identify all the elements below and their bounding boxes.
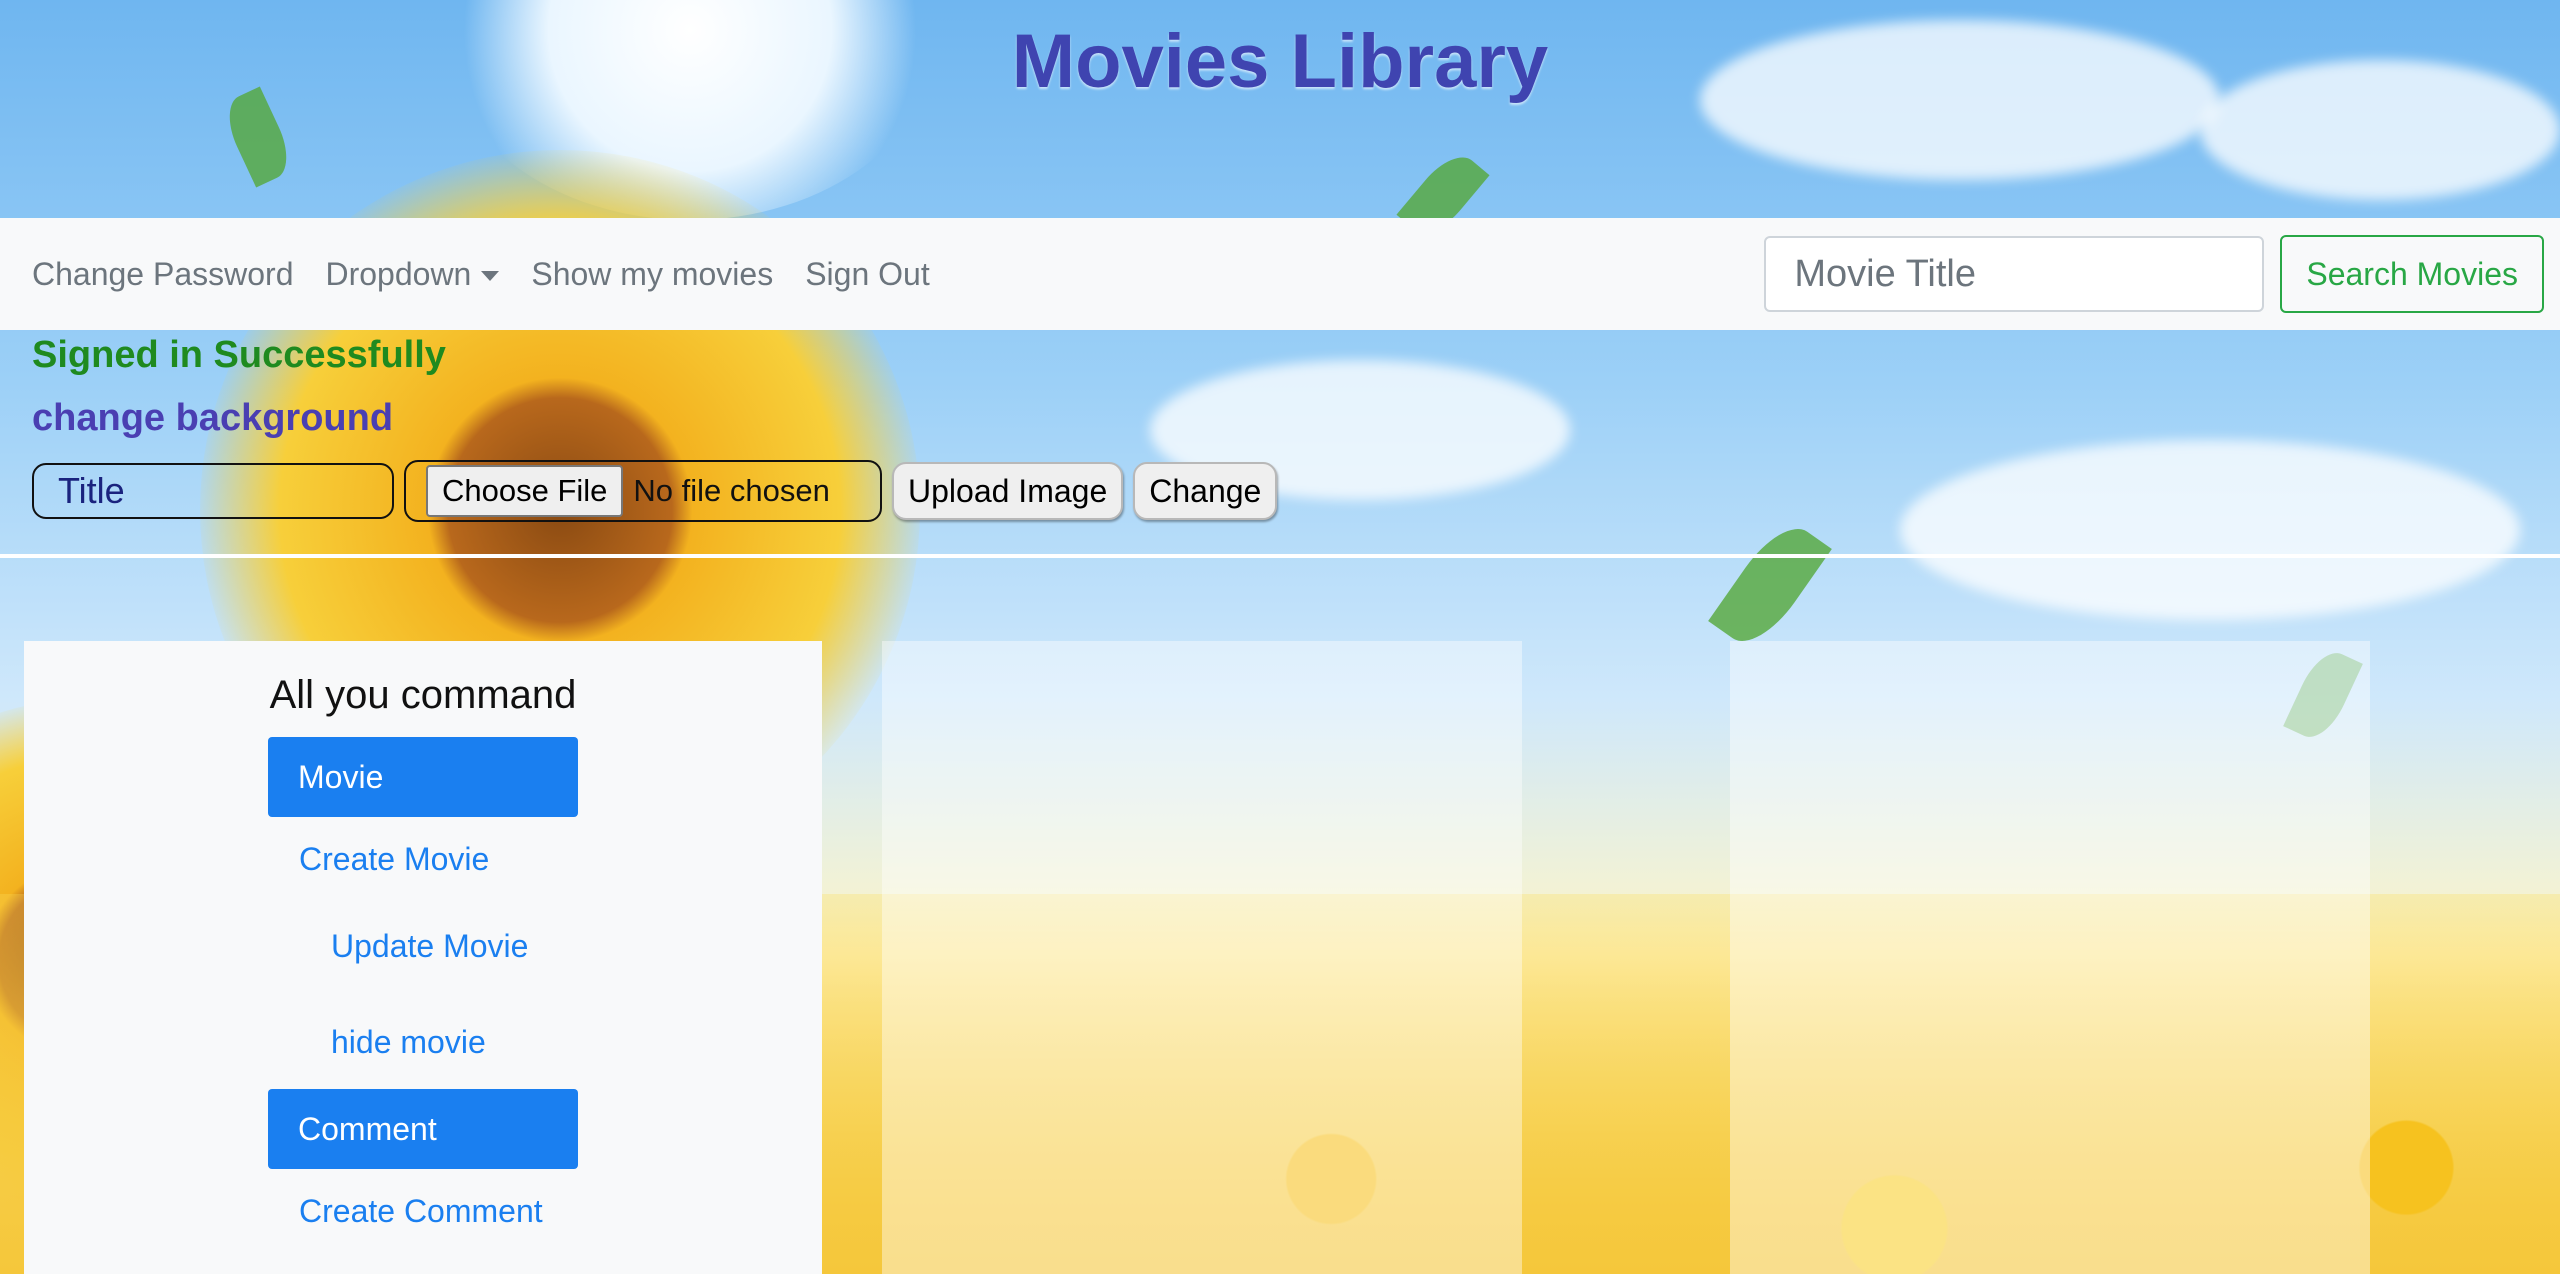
- movie-search-input[interactable]: [1764, 236, 2265, 312]
- change-background-button[interactable]: Change: [1133, 462, 1278, 520]
- command-panel: All you command Movie Create Movie Updat…: [24, 641, 822, 1274]
- nav-change-password[interactable]: Change Password: [16, 256, 309, 293]
- search-form: Search Movies: [1764, 235, 2544, 313]
- hide-movie-link[interactable]: hide movie: [331, 1024, 486, 1061]
- divider: [0, 554, 2560, 558]
- search-movies-button[interactable]: Search Movies: [2280, 235, 2544, 313]
- content-column: [882, 641, 1522, 1274]
- nav-dropdown-label: Dropdown: [325, 255, 472, 292]
- nav-show-my-movies[interactable]: Show my movies: [515, 256, 789, 293]
- status-message: Signed in Successfully: [32, 334, 446, 376]
- movie-menu-button[interactable]: Movie: [268, 737, 578, 817]
- update-movie-link[interactable]: Update Movie: [331, 928, 528, 965]
- caret-down-icon: [481, 271, 500, 282]
- leaf-image: [1708, 514, 1832, 656]
- change-background-heading: change background: [32, 397, 394, 439]
- navbar: Change Password Dropdown Show my movies …: [0, 218, 2560, 330]
- file-picker[interactable]: Choose File No file chosen: [404, 460, 882, 522]
- file-status-text: No file chosen: [633, 473, 830, 508]
- nav-dropdown[interactable]: Dropdown: [309, 256, 515, 293]
- image-title-input[interactable]: [32, 463, 394, 519]
- comment-menu-button[interactable]: Comment: [268, 1089, 578, 1169]
- create-comment-link[interactable]: Create Comment: [299, 1193, 543, 1230]
- page-title: Movies Library: [1011, 19, 1549, 104]
- panel-heading: All you command: [269, 673, 577, 717]
- background-upload-form: Choose File No file chosen Upload Image …: [32, 460, 1278, 522]
- choose-file-button[interactable]: Choose File: [426, 465, 624, 517]
- create-movie-link[interactable]: Create Movie: [299, 841, 489, 878]
- content-column: [1730, 641, 2370, 1274]
- nav-sign-out[interactable]: Sign Out: [789, 256, 946, 293]
- cloud: [1900, 440, 2520, 620]
- upload-image-button[interactable]: Upload Image: [892, 462, 1124, 520]
